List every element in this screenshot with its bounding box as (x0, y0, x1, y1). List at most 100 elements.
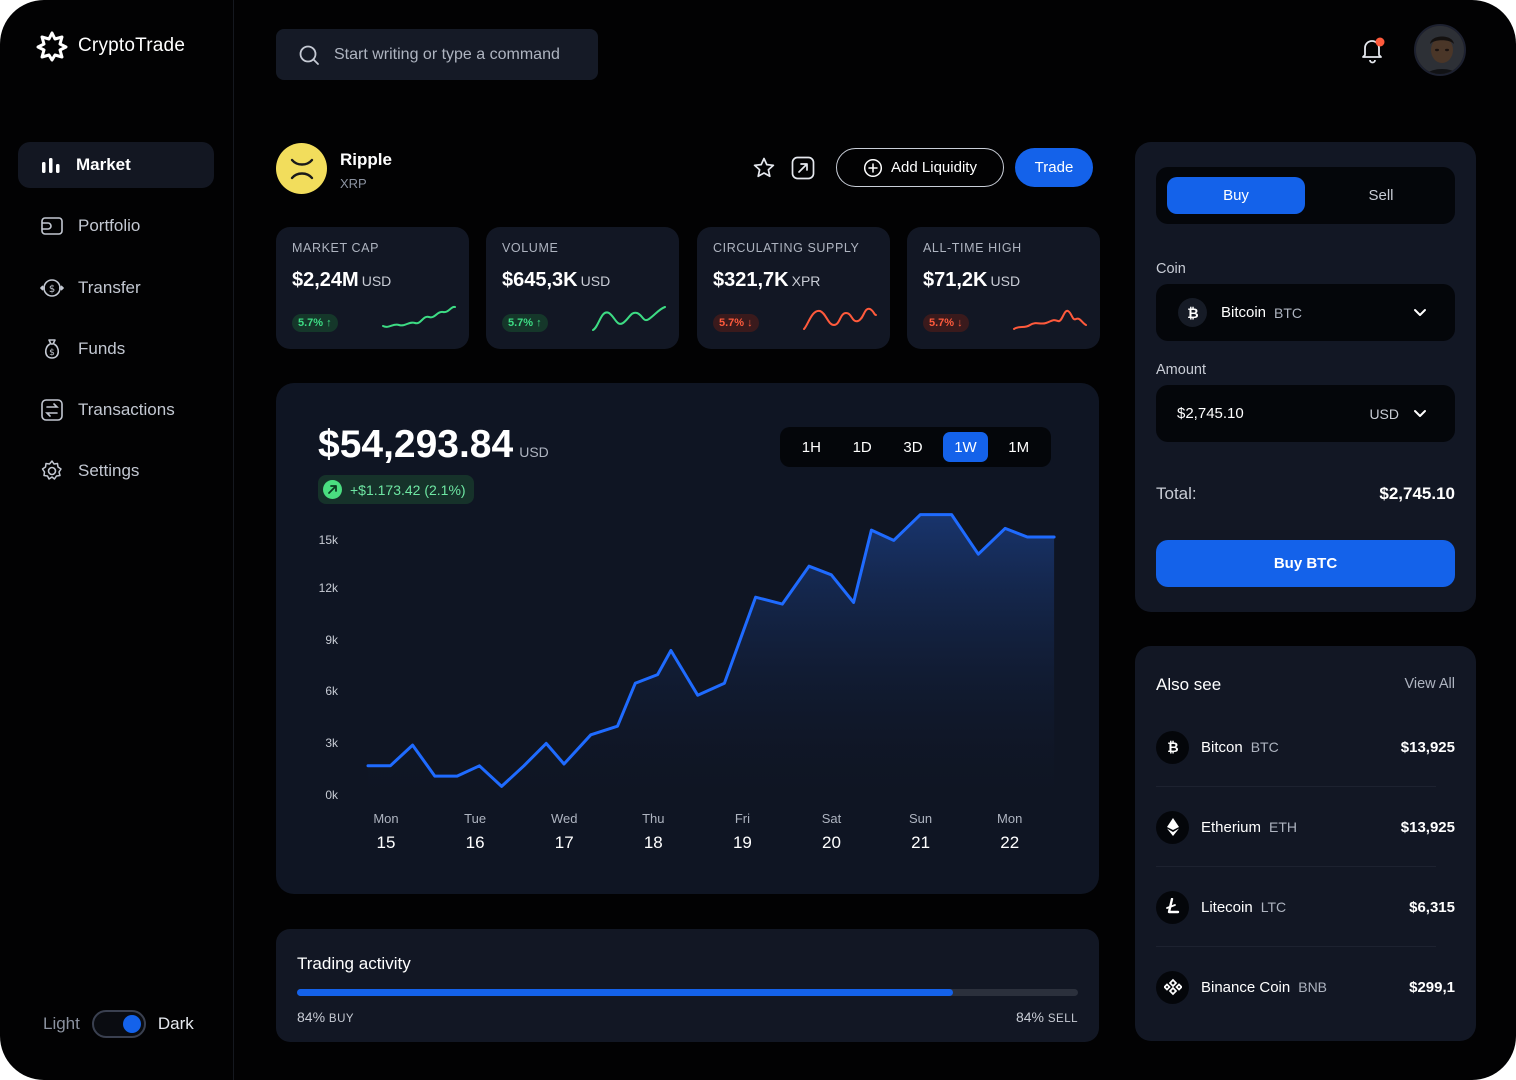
stat-value: $71,2K USD (923, 269, 1021, 291)
stat-change-badge: 5.7% ↓ (923, 314, 969, 332)
also-see-item-litecoin[interactable]: Litecoin LTC $6,315 (1156, 890, 1455, 924)
coin-name: Litecoin (1201, 898, 1253, 916)
coin-symbol: BNB (1298, 979, 1328, 995)
svg-text:₿: ₿ (1187, 306, 1198, 321)
search-bar (276, 29, 598, 80)
ripple-icon (290, 158, 313, 179)
avatar[interactable] (1414, 24, 1466, 76)
buy-sell-switch: Buy Sell (1156, 167, 1455, 224)
trade-button[interactable]: Trade (1015, 148, 1093, 187)
divider (1156, 786, 1436, 787)
total-label: Total: (1156, 484, 1197, 503)
svg-text:$: $ (49, 284, 55, 295)
ripple-logo (276, 143, 327, 194)
amount-field[interactable]: $2,745.10 USD (1156, 385, 1455, 442)
stat-card-circulating-supply: CIRCULATING SUPPLY $321,7K XPR 5.7% ↓ (697, 227, 890, 349)
app-window: CryptoTrade Market Portfolio $ Transfer … (0, 0, 1516, 1080)
sidebar: CryptoTrade Market Portfolio $ Transfer … (0, 0, 234, 1080)
sidebar-item-portfolio[interactable]: Portfolio (18, 203, 214, 249)
x-tick-date: 21 (911, 833, 930, 852)
coin-price: $299,1 (1409, 978, 1455, 996)
chart-area-fill (368, 514, 1055, 795)
x-tick-day: Tue (464, 811, 486, 826)
sidebar-item-label: Transfer (78, 277, 141, 297)
chevron-down-icon (1413, 405, 1427, 423)
sell-tab[interactable]: Sell (1312, 177, 1450, 214)
toggle-knob (122, 1015, 141, 1033)
notifications-button[interactable] (1360, 36, 1386, 69)
logo[interactable]: CryptoTrade (36, 30, 185, 62)
favorite-button[interactable] (752, 156, 776, 185)
currency-select[interactable]: USD (1369, 406, 1399, 422)
add-liquidity-button[interactable]: Add Liquidity (836, 148, 1004, 187)
theme-light-label: Light (43, 1014, 80, 1033)
price-chart-card: $54,293.84 USD +$1.173.42 (2.1%) 1H 1D 3D 1W… (276, 383, 1099, 894)
stat-value: $321,7K XPR (713, 269, 821, 291)
sparkline-volume (592, 306, 666, 331)
sidebar-item-label: Market (76, 155, 131, 174)
x-tick-date: 20 (822, 833, 841, 852)
sidebar-item-label: Funds (78, 338, 126, 358)
also-see-item-ethereum[interactable]: Etherium ETH $13,925 (1156, 810, 1455, 844)
sparkline-all-time-high (1013, 309, 1087, 330)
sidebar-item-settings[interactable]: Settings (18, 448, 214, 494)
coin-symbol: XRP (340, 176, 367, 191)
buy-tab[interactable]: Buy (1167, 177, 1305, 214)
arrow-up-icon: ↑ (536, 317, 542, 329)
theme-toggle[interactable] (91, 1010, 146, 1038)
star-icon (753, 157, 775, 178)
coin-select[interactable]: ₿ Bitcoin BTC (1156, 284, 1455, 341)
x-tick-date: 17 (555, 833, 574, 852)
sidebar-item-transfer[interactable]: $ Transfer (18, 265, 214, 311)
bitcoin-icon: ₿ (1178, 298, 1207, 327)
sidebar-item-transactions[interactable]: Transactions (18, 387, 214, 433)
y-tick-label: 0k (325, 788, 339, 802)
divider (1156, 946, 1436, 947)
sidebar-nav: Market Portfolio $ Transfer $ Funds Tran… (18, 142, 214, 510)
coin-symbol: BTC (1250, 739, 1279, 755)
add-liquidity-label: Add Liquidity (891, 159, 977, 176)
theme-dark-label: Dark (157, 1014, 194, 1033)
stat-value: $2,24M USD (292, 269, 392, 291)
activity-bar (297, 989, 1078, 996)
divider (1156, 866, 1436, 867)
share-button[interactable] (790, 155, 816, 186)
amount-field-label: Amount (1156, 362, 1206, 378)
sell-share: 84% SELL (1015, 1009, 1078, 1025)
x-tick-date: 19 (733, 833, 752, 852)
search-icon (299, 45, 319, 65)
stat-change-badge: 5.7% ↑ (292, 314, 338, 332)
sparkline-circulating-supply (803, 307, 877, 330)
arrow-down-icon: ↓ (957, 317, 963, 329)
also-see-item-binance[interactable]: Binance Coin BNB $299,1 (1156, 970, 1455, 1004)
view-all-link[interactable]: View All (1404, 676, 1455, 692)
x-tick-day: Wed (551, 811, 578, 826)
search-input[interactable] (334, 45, 584, 64)
price-area-chart: 15k 12k 9k 6k 3k 0k Mon 15 Tue 16 Wed 17 Thu 18 Fri 19 S… (319, 513, 1056, 852)
gear-icon (41, 460, 62, 481)
coin-price: $6,315 (1409, 898, 1455, 916)
stat-label: VOLUME (502, 241, 559, 255)
selected-coin-name: Bitcoin (1221, 304, 1267, 321)
binance-icon (1156, 970, 1189, 1004)
app-name: CryptoTrade (78, 35, 186, 56)
sidebar-item-funds[interactable]: $ Funds (18, 326, 214, 372)
also-see-item-bitcoin[interactable]: ₿ Bitcon BTC $13,925 (1156, 730, 1455, 764)
coin-name: Ripple (340, 150, 392, 169)
trade-label: Trade (1034, 159, 1074, 176)
ethereum-icon (1156, 810, 1189, 844)
buy-btc-button[interactable]: Buy BTC (1156, 540, 1455, 587)
trading-activity-title: Trading activity (297, 954, 411, 973)
sidebar-item-label: Transactions (78, 400, 175, 420)
y-tick-label: 12k (319, 581, 339, 595)
x-tick-day: Mon (997, 811, 1022, 826)
trade-panel: Buy Sell Coin ₿ Bitcoin BTC Amount $2,74… (1135, 142, 1476, 612)
coin-name: Etherium (1201, 818, 1262, 836)
y-tick-label: 3k (325, 736, 339, 750)
coin-field-label: Coin (1156, 261, 1186, 277)
x-tick-date: 15 (377, 833, 396, 852)
share-icon (791, 156, 815, 180)
plus-circle-icon (863, 158, 883, 177)
stat-label: MARKET CAP (292, 241, 380, 255)
sidebar-item-market[interactable]: Market (18, 142, 214, 188)
